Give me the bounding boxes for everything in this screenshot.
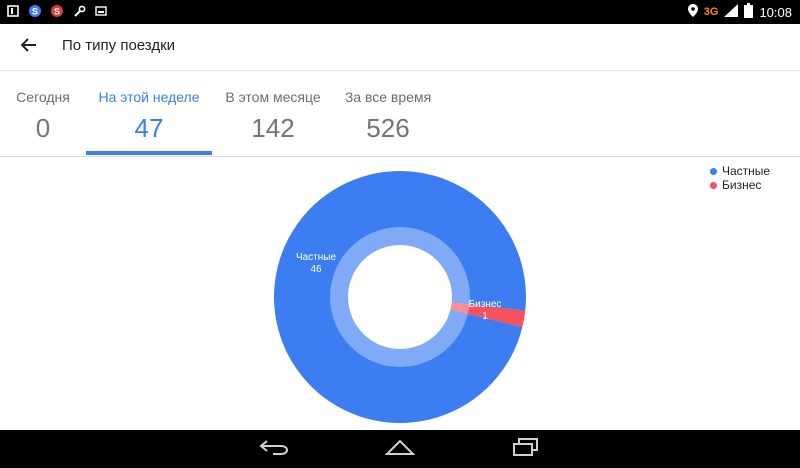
legend-dot [710, 167, 717, 175]
arrow-back-icon [20, 37, 37, 57]
app-bar: По типу поездки [0, 24, 800, 71]
tab-today[interactable]: Сегодня 0 [0, 72, 86, 156]
nav-back-button[interactable] [254, 437, 294, 461]
wrench-icon [72, 4, 86, 18]
signal-icon [724, 4, 739, 20]
tab-value: 47 [134, 113, 164, 143]
system-nav-bar [0, 430, 800, 468]
legend-label: Бизнес [722, 178, 762, 192]
tab-value: 0 [35, 113, 51, 143]
slice-label-biznes-name: Бизнес [469, 299, 502, 310]
nav-recents-button[interactable] [506, 437, 546, 461]
active-tab-indicator [86, 151, 212, 155]
tab-value: 142 [251, 113, 295, 143]
tab-label: На этой неделе [98, 89, 200, 105]
tab-label: Сегодня [16, 89, 70, 105]
slice-label-chastnye-name: Частные [296, 252, 337, 263]
period-tabs: Сегодня 0 На этой неделе 47 В этом месяц… [0, 72, 800, 157]
svg-text:S: S [32, 7, 38, 17]
tab-label: В этом месяце [225, 89, 321, 105]
home-nav-icon [384, 439, 416, 460]
tab-this-month[interactable]: В этом месяце 142 [212, 72, 334, 156]
svg-text:S: S [54, 7, 60, 17]
legend-item-chastnye: Частные [710, 164, 770, 178]
status-bar: S S 3G 10:08 [0, 0, 800, 24]
status-bar-left: S S [6, 4, 108, 18]
tab-value: 526 [366, 113, 410, 143]
slice-label-biznes-value: 1 [482, 311, 488, 322]
legend-item-biznes: Бизнес [710, 178, 770, 192]
tab-all-time[interactable]: За все время 526 [334, 72, 442, 156]
back-nav-icon [259, 439, 289, 460]
slice-label-chastnye-value: 46 [310, 264, 322, 275]
legend-dot [710, 181, 717, 189]
status-time: 10:08 [759, 4, 792, 20]
network-type: 3G [703, 6, 719, 18]
tab-label: За все время [344, 89, 432, 105]
recents-nav-icon [512, 437, 540, 461]
page-title: По типу поездки [62, 37, 176, 54]
location-icon [687, 4, 698, 20]
battery-icon [744, 3, 754, 21]
chart-legend: Частные Бизнес [710, 164, 770, 192]
tab-this-week[interactable]: На этой неделе 47 [86, 72, 212, 156]
legend-label: Частные [722, 164, 771, 178]
status-bar-right: 3G 10:08 [687, 3, 792, 21]
back-button[interactable] [14, 32, 44, 62]
nav-home-button[interactable] [380, 437, 420, 461]
donut-hole [348, 245, 452, 349]
s-app-icon: S [28, 4, 42, 18]
trip-type-donut-chart: Частные 46 Бизнес 1 [274, 171, 526, 424]
notification-icon [6, 4, 20, 18]
s-app-red-icon: S [50, 4, 64, 18]
screenshot-icon [94, 4, 108, 18]
